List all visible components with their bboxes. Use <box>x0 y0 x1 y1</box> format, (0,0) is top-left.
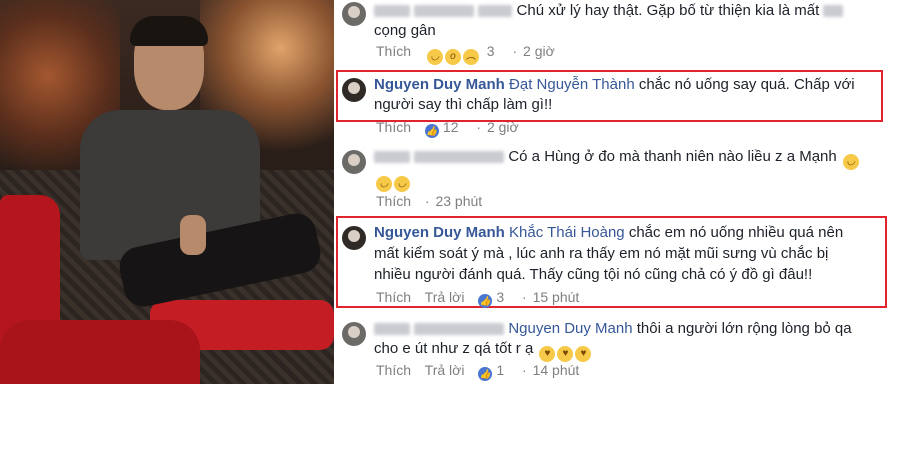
comment-text-part: cho e út như z qá tốt r ạ <box>374 340 534 357</box>
author-name[interactable]: Nguyen Duy Manh <box>374 76 505 93</box>
comment-time[interactable]: 23 phút <box>435 193 482 209</box>
reactions[interactable]: 👍 12 <box>424 119 472 138</box>
laughing-icon: ◡ <box>394 176 410 192</box>
comment-text: chắc nó uống say quá. Chấp với <box>638 76 855 93</box>
laughing-icon: ◡ <box>376 176 392 192</box>
like-link[interactable]: Thích <box>376 119 411 135</box>
emoji-row: ◡ ◡ <box>374 168 410 192</box>
person-figure <box>60 10 325 350</box>
like-icon: 👍 <box>478 367 493 381</box>
comment-actions: Thích ◡ o ︵ 3 · 2 giờ <box>376 43 565 65</box>
reaction-count: 12 <box>442 119 459 135</box>
separator: · <box>522 289 527 305</box>
comment-actions: Thích 👍 12 · 2 giờ <box>376 119 529 138</box>
comment-text-line2: cọng gân <box>374 22 436 39</box>
separator: · <box>512 43 518 59</box>
blurred-name <box>374 323 410 336</box>
haha-icon: ◡ <box>426 49 443 65</box>
like-link[interactable]: Thích <box>376 362 411 378</box>
comment-text: chắc em nó uống nhiều quá nên <box>628 224 844 241</box>
comment-time[interactable]: 2 giờ <box>523 43 555 59</box>
blurred-name <box>374 5 410 18</box>
comment-actions: Thích Trả lời 👍 1 · 14 phút <box>376 362 589 381</box>
comment-time[interactable]: 2 giờ <box>487 119 519 135</box>
separator: · <box>424 193 430 209</box>
red-cushion-bottom <box>0 320 200 384</box>
wow-icon: o <box>444 49 461 65</box>
blurred-text <box>823 5 844 18</box>
comment-text-line3: nhiều người đánh quá. Thấy cũng tội nó c… <box>374 266 813 283</box>
mention-link[interactable]: Khắc Thái Hoàng <box>509 224 625 241</box>
comment-time[interactable]: 14 phút <box>533 362 580 378</box>
author-name[interactable]: Nguyen Duy Manh <box>374 224 505 241</box>
mention-link[interactable]: Nguyen Duy Manh <box>508 320 632 337</box>
kiss-icon: ♥ <box>557 346 574 362</box>
avatar[interactable] <box>342 226 366 250</box>
person-hand <box>180 215 206 255</box>
comment-body: Nguyen Duy Manh thôi a người lớn rộng lò… <box>374 318 852 340</box>
reaction-count: 3 <box>496 289 505 305</box>
like-link[interactable]: Thích <box>376 193 411 209</box>
reactions[interactable]: 👍 3 <box>478 289 518 308</box>
reply-link[interactable]: Trả lời <box>425 289 465 305</box>
reaction-count: 1 <box>496 362 505 378</box>
reactions[interactable]: 👍 1 <box>478 362 518 381</box>
comment-body: Nguyen Duy Manh Đạt Nguyễn Thành chắc nó… <box>374 74 855 96</box>
comment-body: Chú xử lý hay thật. Gặp bố từ thiện kia … <box>374 0 844 22</box>
reply-link[interactable]: Trả lời <box>425 362 465 378</box>
comment-text: Có a Hùng ở đo mà thanh niên nào liều z … <box>508 148 837 165</box>
mention-link[interactable]: Đạt Nguyễn Thành <box>509 76 635 93</box>
separator: · <box>476 119 482 135</box>
comment-text: Chú xử lý hay thật. Gặp bố từ thiện kia … <box>516 2 820 19</box>
comment-time[interactable]: 15 phút <box>533 289 580 305</box>
reaction-count: 3 <box>486 43 495 59</box>
avatar[interactable] <box>342 2 366 26</box>
sad-icon: ︵ <box>462 49 479 65</box>
comment-actions: Thích Trả lời 👍 3 · 15 phút <box>376 289 589 308</box>
like-icon: 👍 <box>424 124 439 138</box>
like-link[interactable]: Thích <box>376 289 411 305</box>
comment-text-line2: mất kiểm soát ý mà , lúc anh ra thấy em … <box>374 245 829 262</box>
comment-list: Chú xử lý hay thật. Gặp bố từ thiện kia … <box>334 0 910 384</box>
blurred-name <box>374 151 410 164</box>
kiss-icon: ♥ <box>575 346 592 362</box>
profile-photo <box>0 0 334 384</box>
comment-body: Nguyen Duy Manh Khắc Thái Hoàng chắc em … <box>374 222 843 244</box>
comment-body: Có a Hùng ở đo mà thanh niên nào liều z … <box>374 146 859 170</box>
blurred-name <box>414 323 505 336</box>
kiss-icon: ♥ <box>539 346 556 362</box>
comment-text: thôi a người lớn rộng lòng bỏ qa <box>636 320 852 337</box>
reactions[interactable]: ◡ o ︵ 3 <box>425 43 509 65</box>
blurred-name <box>478 5 513 18</box>
comment-actions: Thích · 23 phút <box>376 193 492 209</box>
avatar[interactable] <box>342 78 366 102</box>
avatar[interactable] <box>342 322 366 346</box>
separator: · <box>522 362 527 378</box>
laughing-icon: ◡ <box>842 154 859 170</box>
like-icon: 👍 <box>478 294 493 308</box>
avatar[interactable] <box>342 150 366 174</box>
comment-text-line2: người say thì chấp làm gì!! <box>374 96 553 113</box>
like-link[interactable]: Thích <box>376 43 411 59</box>
person-hair <box>130 16 208 46</box>
blurred-name <box>414 5 475 18</box>
comment-text-line2: cho e út như z qá tốt r ạ ♥ ♥ ♥ <box>374 338 592 362</box>
blurred-name <box>414 151 505 164</box>
